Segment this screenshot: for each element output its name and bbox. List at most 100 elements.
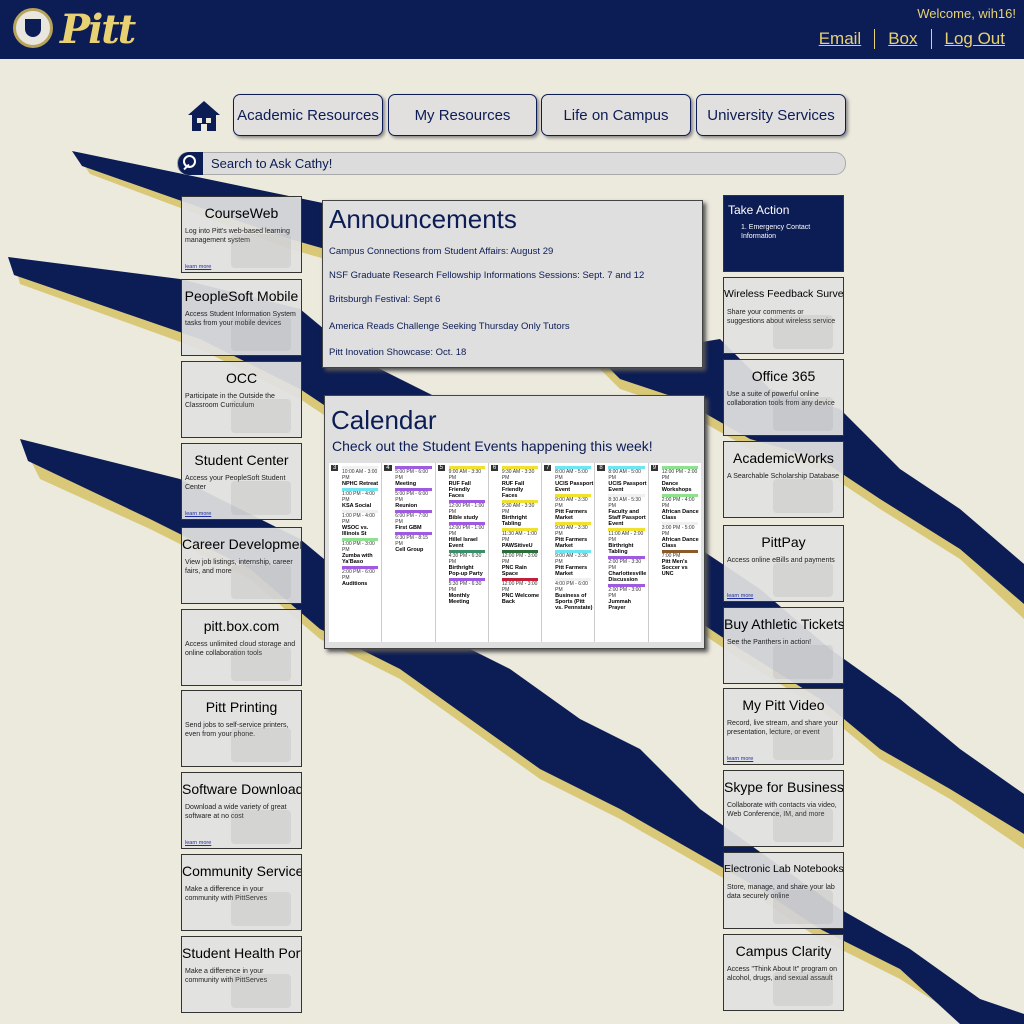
calendar-event[interactable]: 12:00 PM - 1:00 PM Bible study xyxy=(438,500,487,521)
search-icon[interactable] xyxy=(178,152,203,175)
calendar-day-column: 5 9:00 AM - 3:30 PM RUF Fall Friendly Face… xyxy=(436,463,489,642)
logout-link[interactable]: Log Out xyxy=(930,29,1019,49)
tile-pitt-printing[interactable]: Pitt Printing Send jobs to self-service p… xyxy=(181,690,302,767)
tile-title: pitt.box.com xyxy=(203,618,280,634)
announcement-item[interactable]: Pitt Inovation Showcase: Oct. 18 xyxy=(329,347,466,358)
event-name: Pitt Farmers Market xyxy=(555,537,588,549)
learn-more-link[interactable]: learn more xyxy=(727,756,753,762)
announcement-item[interactable]: NSF Graduate Research Fellowship Informa… xyxy=(329,270,644,281)
calendar-event[interactable]: 7:00 PM Pitt Men's Soccer vs UNC xyxy=(651,550,700,577)
calendar-event[interactable]: 12:00 PM - 3:00 PM PNC Welcome Back xyxy=(491,578,540,605)
event-name: Dance Workshops xyxy=(661,481,692,493)
box-link[interactable]: Box xyxy=(874,29,930,49)
tile-background-image xyxy=(231,892,291,926)
calendar-event[interactable]: 6:30 PM - 8:15 PM Cell Group xyxy=(384,532,433,553)
event-time: 2:00 PM - 3:00 PM xyxy=(608,587,642,599)
tile-background-image xyxy=(773,563,833,597)
tile-title: Office 365 xyxy=(751,368,816,384)
tab-academic-resources[interactable]: Academic Resources xyxy=(233,94,383,136)
tile-my-pitt-video[interactable]: My Pitt Video Record, live stream, and sh… xyxy=(723,688,844,765)
tile-student-center[interactable]: Student Center Access your PeopleSoft Stu… xyxy=(181,443,302,520)
emergency-contact-link[interactable]: 1. Emergency Contact Information xyxy=(741,223,839,241)
learn-more-link[interactable]: learn more xyxy=(185,840,211,846)
tile-skype-for-business[interactable]: Skype for Business Collaborate with conta… xyxy=(723,770,844,847)
calendar-event[interactable]: 1:00 PM - 4:00 PM WSOC vs. Illinois St xyxy=(331,510,380,537)
learn-more-link[interactable]: learn more xyxy=(185,511,211,517)
calendar-event[interactable]: 9:00 AM - 3:30 PM RUF Fall Friendly Faces xyxy=(438,466,487,499)
day-number: 9 xyxy=(650,465,659,471)
calendar-event[interactable]: 9:00 AM - 3:30 PM Pitt Farmers Market xyxy=(544,522,593,549)
calendar-event[interactable]: 9:00 AM - 3:30 PM Pitt Farmers Market xyxy=(544,494,593,521)
pitt-logo[interactable]: Pitt xyxy=(60,6,136,53)
event-time: 6:30 PM - 8:15 PM xyxy=(395,535,429,547)
event-time: 2:00 PM - 4:00 PM xyxy=(661,497,695,509)
search-bar[interactable]: Search to Ask Cathy! xyxy=(177,152,846,175)
calendar-event[interactable]: 8:00 AM - 5:00 PM UCIS Passport Event xyxy=(597,466,647,493)
event-time: 2:00 PM - 3:30 PM xyxy=(608,559,642,571)
tab-life-on-campus[interactable]: Life on Campus xyxy=(541,94,691,136)
calendar-event[interactable]: 8:00 AM - 5:00 PM UCIS Passport Event xyxy=(544,466,593,493)
tile-wireless-feedback-survey[interactable]: Wireless Feedback Survey Share your comme… xyxy=(723,277,844,354)
announcement-item[interactable]: Campus Connections from Student Affairs:… xyxy=(329,246,553,257)
tile-buy-athletic-tickets[interactable]: Buy Athletic Tickets See the Panthers in … xyxy=(723,607,844,684)
tile-electronic-lab-notebooks[interactable]: Electronic Lab Notebooks Store, manage, a… xyxy=(723,852,844,929)
tab-my-resources[interactable]: My Resources xyxy=(388,94,537,136)
calendar-event[interactable]: 2:00 PM - 3:00 PM Jummah Prayer xyxy=(597,584,646,611)
calendar-event[interactable]: 5:30 PM - 6:30 PM Monthly Meeting xyxy=(438,578,487,605)
tile-peoplesoft-mobile[interactable]: PeopleSoft Mobile Access Student Informat… xyxy=(181,279,302,356)
learn-more-link[interactable]: learn more xyxy=(185,264,211,270)
tile-background-image xyxy=(231,565,291,599)
email-link[interactable]: Email xyxy=(806,29,875,49)
learn-more-link[interactable]: learn more xyxy=(727,593,753,599)
home-icon[interactable] xyxy=(187,100,221,132)
calendar-event[interactable]: 9:30 AM - 3:30 PM Birthright Tabling xyxy=(491,500,540,527)
calendar-panel: Calendar Check out the Student Events ha… xyxy=(324,395,705,649)
tile-campus-clarity[interactable]: Campus Clarity Access "Think About It" pr… xyxy=(723,934,844,1011)
tile-occ[interactable]: OCC Participate in the Outside the Classr… xyxy=(181,361,302,438)
announcements-title: Announcements xyxy=(329,204,517,234)
calendar-event[interactable]: 8:30 AM - 5:30 PM Faculty and Staff Passp… xyxy=(597,494,646,527)
calendar-event[interactable]: 5:00 PM - 6:00 PM Reunion xyxy=(384,488,433,509)
tile-academicworks[interactable]: AcademicWorks A Searchable Scholarship Da… xyxy=(723,441,844,518)
event-time: 8:30 AM - 5:30 PM xyxy=(608,497,641,509)
calendar-event[interactable]: 9:30 AM - 3:30 PM RUF Fall Friendly Faces xyxy=(491,466,540,499)
tile-software-download-service[interactable]: Software Download ServiceDownload a wide… xyxy=(181,772,302,849)
tab-university-services[interactable]: University Services xyxy=(696,94,846,136)
calendar-event[interactable]: 4:30 PM - 6:30 PM Birthright Pop-up Party xyxy=(438,550,487,577)
tile-background-image xyxy=(231,317,291,351)
announcement-item[interactable]: Britsburgh Festival: Sept 6 xyxy=(329,294,440,305)
event-name: RUF Fall Friendly Faces xyxy=(501,481,525,499)
calendar-event[interactable]: 12:00 PM - 3:00 PM PNC Rain Space xyxy=(491,550,540,577)
calendar-event[interactable]: 3:00 PM - 5:00 PM African Dance Class xyxy=(651,522,700,549)
calendar-event[interactable]: 1:00 PM - 4:00 PM KSA Social xyxy=(331,488,380,509)
calendar-event[interactable]: 12:00 PM - 2:00 PM Dance Workshops xyxy=(651,466,700,493)
tile-student-health-portal[interactable]: Student Health Portal Make a difference i… xyxy=(181,936,302,1013)
calendar-event[interactable]: 6:00 PM - 7:00 PM First GBM xyxy=(384,510,433,531)
tile-pitt-box-com[interactable]: pitt.box.com Access unlimited cloud stora… xyxy=(181,609,302,686)
tile-title: OCC xyxy=(225,370,258,386)
event-time: 9:30 AM - 3:30 PM xyxy=(501,469,535,481)
calendar-event[interactable]: 2:00 PM - 6:00 PM Auditions xyxy=(331,566,380,587)
calendar-event[interactable]: 1:00 PM - 3:00 PM Zumba with Ya'Baso xyxy=(331,538,380,565)
tile-background-image xyxy=(231,399,291,433)
announcement-item[interactable]: America Reads Challenge Seeking Thursday… xyxy=(329,321,570,332)
tile-career-development[interactable]: Career Development View job listings, int… xyxy=(181,527,302,604)
calendar-event[interactable]: 10:00 AM - 3:00 PM NPHC Retreat xyxy=(331,466,380,487)
take-action-panel: Take Action 1. Emergency Contact Informa… xyxy=(723,195,844,272)
calendar-event[interactable]: 11:00 AM - 2:00 PM Birthright Tabling xyxy=(597,528,646,555)
tile-pittpay[interactable]: PittPay Access online eBills and payments… xyxy=(723,525,844,602)
calendar-event[interactable]: 2:00 PM - 3:30 PM Charlottesville Discuss… xyxy=(597,556,646,583)
event-name: Business of Sports (Pitt vs. Pennstate) xyxy=(555,593,593,611)
tile-community-service[interactable]: Community Service Make a difference in yo… xyxy=(181,854,302,931)
calendar-event[interactable]: 4:00 PM - 6:00 PM Business of Sports (Pit… xyxy=(544,578,593,611)
tile-courseweb[interactable]: CourseWeb Log into Pitt's web-based learn… xyxy=(181,196,302,273)
search-input[interactable]: Search to Ask Cathy! xyxy=(211,156,332,171)
calendar-event[interactable]: 5:00 PM - 6:00 PM Meeting xyxy=(384,466,433,487)
calendar-event[interactable]: 9:00 AM - 3:30 PM Pitt Farmers Market xyxy=(544,550,593,577)
calendar-event[interactable]: 12:00 PM - 1:00 PM Hillel Israel Event xyxy=(438,522,487,549)
calendar-event[interactable]: 11:30 AM - 1:00 PM PAWSitiveU xyxy=(491,528,540,549)
event-name: Pitt Farmers Market xyxy=(555,565,588,577)
tile-office-365[interactable]: Office 365 Use a suite of powerful online… xyxy=(723,359,844,436)
calendar-event[interactable]: 2:00 PM - 4:00 PM African Dance Class xyxy=(651,494,700,521)
event-time: 10:00 AM - 3:00 PM xyxy=(342,469,378,481)
